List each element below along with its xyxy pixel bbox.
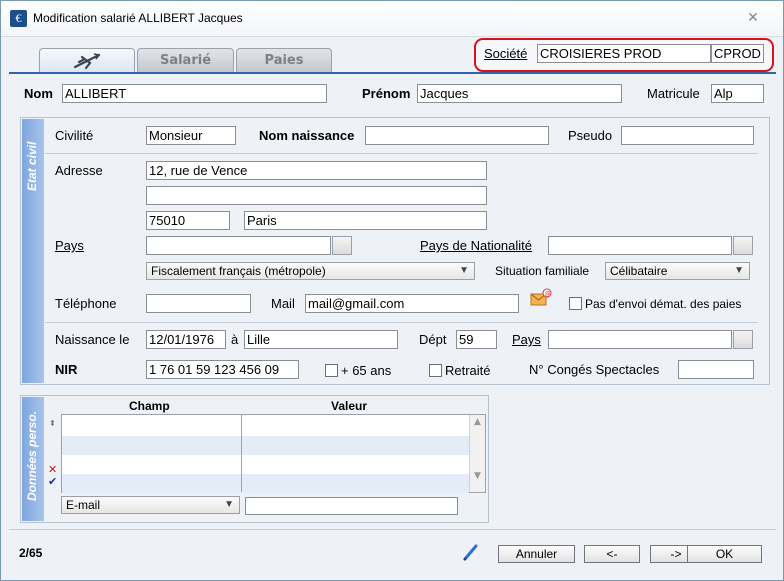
code-postal-field[interactable]: 75010 [146, 211, 230, 230]
tab-underline [9, 72, 776, 74]
dept-field[interactable]: 59 [456, 330, 497, 349]
window-title: Modification salarié ALLIBERT Jacques [33, 11, 243, 25]
plus65-label: + 65 ans [341, 363, 392, 378]
type-donnee-value: E-mail [66, 498, 101, 512]
telephone-label: Téléphone [55, 296, 117, 311]
dialog-window: € Modification salarié ALLIBERT Jacques … [0, 0, 784, 581]
separator [45, 322, 758, 323]
ville-field[interactable]: Paris [244, 211, 487, 230]
mail-field[interactable]: mail@gmail.com [305, 294, 519, 313]
prenom-label: Prénom [362, 86, 411, 101]
pas-envoi-label: Pas d'envoi démat. des paies [585, 297, 742, 311]
pseudo-label: Pseudo [568, 128, 613, 143]
donnees-perso-title: Données perso. [25, 410, 39, 501]
donnees-grid[interactable]: ▲ ▼ [61, 414, 486, 493]
date-naissance-field[interactable]: 12/01/1976 [146, 330, 226, 349]
scroll-down-icon[interactable]: ▼ [470, 471, 485, 481]
record-counter: 2/65 [19, 546, 43, 560]
adresse-line2-field[interactable] [146, 186, 487, 205]
nom-field[interactable]: ALLIBERT [62, 84, 327, 103]
ok-button[interactable]: OK [687, 545, 762, 563]
pen-icon[interactable] [461, 542, 481, 562]
euro-app-icon: € [10, 10, 27, 27]
conges-spectacles-field[interactable] [678, 360, 754, 379]
fiscal-select[interactable]: Fiscalement français (métropole) ▼ [146, 262, 475, 280]
table-row[interactable] [62, 474, 469, 493]
situation-familiale-value: Célibataire [610, 264, 668, 278]
prenom-field[interactable]: Jacques [417, 84, 622, 103]
retraite-checkbox[interactable] [429, 364, 442, 377]
mail-label: Mail [271, 296, 295, 311]
grid-scrollbar[interactable]: ▲ ▼ [469, 415, 485, 492]
civilite-label: Civilité [55, 128, 94, 143]
valeur-donnee-field[interactable] [245, 497, 458, 515]
societe-name-field[interactable]: CROISIERES PROD [537, 44, 711, 63]
nir-label: NIR [55, 362, 78, 377]
row-pointer-icon: ⇞ [49, 419, 56, 428]
nir-field[interactable]: 1 76 01 59 123 456 09 [146, 360, 299, 379]
title-bar: € Modification salarié ALLIBERT Jacques … [1, 1, 783, 37]
societe-code-field[interactable]: CPROD [711, 44, 764, 63]
footer-separator [9, 529, 776, 530]
pays-nationalite-lookup-button[interactable] [733, 236, 753, 255]
col-valeur-header[interactable]: Valeur [331, 399, 367, 413]
matricule-label: Matricule [647, 86, 700, 101]
table-row[interactable] [62, 415, 469, 434]
a-label: à [231, 332, 239, 347]
table-row[interactable] [62, 455, 469, 474]
tab-paies[interactable]: Paies [236, 48, 332, 72]
matricule-field[interactable]: Alp [711, 84, 764, 103]
nom-label: Nom [24, 86, 53, 101]
pays-label[interactable]: Pays [55, 238, 84, 253]
pas-envoi-checkbox[interactable] [569, 297, 582, 310]
plane-icon [73, 53, 101, 70]
validate-row-icon[interactable]: ✔ [48, 475, 57, 488]
chevron-down-icon: ▼ [734, 265, 744, 276]
civilite-field[interactable]: Monsieur [146, 126, 236, 145]
retraite-label: Retraité [445, 363, 491, 378]
plus65-checkbox[interactable] [325, 364, 338, 377]
previous-button[interactable]: <- [584, 545, 640, 563]
etat-civil-title: Etat civil [25, 141, 39, 191]
nom-naissance-label: Nom naissance [259, 128, 355, 143]
table-row[interactable] [62, 436, 469, 455]
col-champ-header[interactable]: Champ [129, 399, 170, 413]
etat-civil-side-tab: Etat civil [22, 119, 44, 383]
type-donnee-select[interactable]: E-mail ▼ [61, 496, 240, 514]
adresse-line1-field[interactable]: 12, rue de Vence [146, 161, 487, 180]
chevron-down-icon: ▼ [459, 265, 469, 276]
pays-naissance-label[interactable]: Pays [512, 332, 541, 347]
pays-naissance-lookup-button[interactable] [733, 330, 753, 349]
send-mail-icon[interactable]: @ [530, 288, 552, 308]
pays-field[interactable] [146, 236, 331, 255]
adresse-label: Adresse [55, 163, 103, 178]
close-icon[interactable]: ✕ [745, 10, 761, 26]
donnees-perso-side-tab: Données perso. [22, 397, 44, 521]
situation-familiale-select[interactable]: Célibataire ▼ [605, 262, 750, 280]
chevron-down-icon: ▼ [224, 499, 234, 510]
pays-nationalite-field[interactable] [548, 236, 732, 255]
telephone-field[interactable] [146, 294, 251, 313]
lieu-naissance-field[interactable]: Lille [244, 330, 398, 349]
pays-nationalite-label[interactable]: Pays de Nationalité [420, 238, 532, 253]
dept-label: Dépt [419, 332, 447, 347]
fiscal-select-value: Fiscalement français (métropole) [151, 264, 326, 278]
column-divider [241, 415, 242, 492]
societe-label[interactable]: Société [484, 46, 527, 61]
scroll-up-icon[interactable]: ▲ [470, 417, 485, 427]
pays-naissance-field[interactable] [548, 330, 732, 349]
annuler-button[interactable]: Annuler [498, 545, 575, 563]
naissance-label: Naissance le [55, 332, 130, 347]
svg-text:@: @ [545, 291, 551, 298]
tab-general[interactable] [39, 48, 135, 73]
conges-spectacles-label: N° Congés Spectacles [529, 362, 660, 377]
tab-salarie[interactable]: Salarié [137, 48, 234, 72]
nom-naissance-field[interactable] [365, 126, 549, 145]
pays-lookup-button[interactable] [332, 236, 352, 255]
situation-familiale-label: Situation familiale [495, 264, 590, 278]
pseudo-field[interactable] [621, 126, 754, 145]
separator [45, 153, 758, 154]
